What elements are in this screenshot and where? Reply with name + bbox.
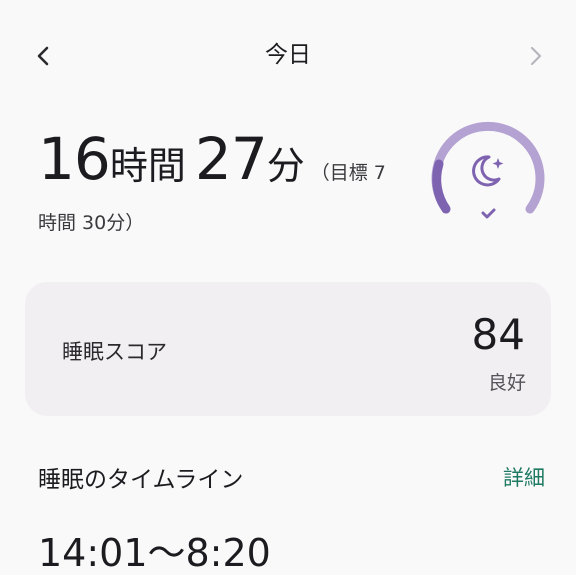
sleep-score-label: 睡眠スコア xyxy=(62,340,167,364)
ring-progress xyxy=(432,159,451,214)
sleep-goal-ring xyxy=(431,121,545,219)
check-icon xyxy=(481,208,496,219)
goal-text-continued: 時間 30分） xyxy=(38,212,145,234)
sleep-score-value: 84 xyxy=(471,310,525,359)
hours-value: 16 xyxy=(38,125,111,193)
page-title: 今日 xyxy=(265,42,311,68)
sleep-score-card[interactable]: 睡眠スコア 84 良好 xyxy=(25,282,551,416)
moon-stars-icon xyxy=(472,155,504,187)
chevron-right-icon xyxy=(530,46,542,66)
hours-unit: 時間 xyxy=(109,144,186,188)
top-bar: 今日 xyxy=(0,0,576,110)
minutes-unit: 分 xyxy=(266,144,305,188)
duration-line: 16時間 27分 （目標 7 xyxy=(38,130,408,188)
sleep-time-range: 14:01〜8:20 xyxy=(38,531,271,575)
sleep-score-grade: 良好 xyxy=(487,372,526,394)
sleep-timeline-title: 睡眠のタイムライン xyxy=(38,467,244,493)
sleep-detail-page: 今日 16時間 27分 （目標 7 時間 30分） 睡眠スコア 84 良好 睡眠の… xyxy=(0,0,576,575)
sleep-duration: 16時間 27分 （目標 7 時間 30分） xyxy=(38,130,408,235)
goal-text: （目標 7 xyxy=(310,162,386,184)
ring-track xyxy=(431,121,545,214)
next-day-button[interactable] xyxy=(518,38,554,74)
minutes-value: 27 xyxy=(194,125,268,193)
timeline-detail-link[interactable]: 詳細 xyxy=(503,462,545,492)
